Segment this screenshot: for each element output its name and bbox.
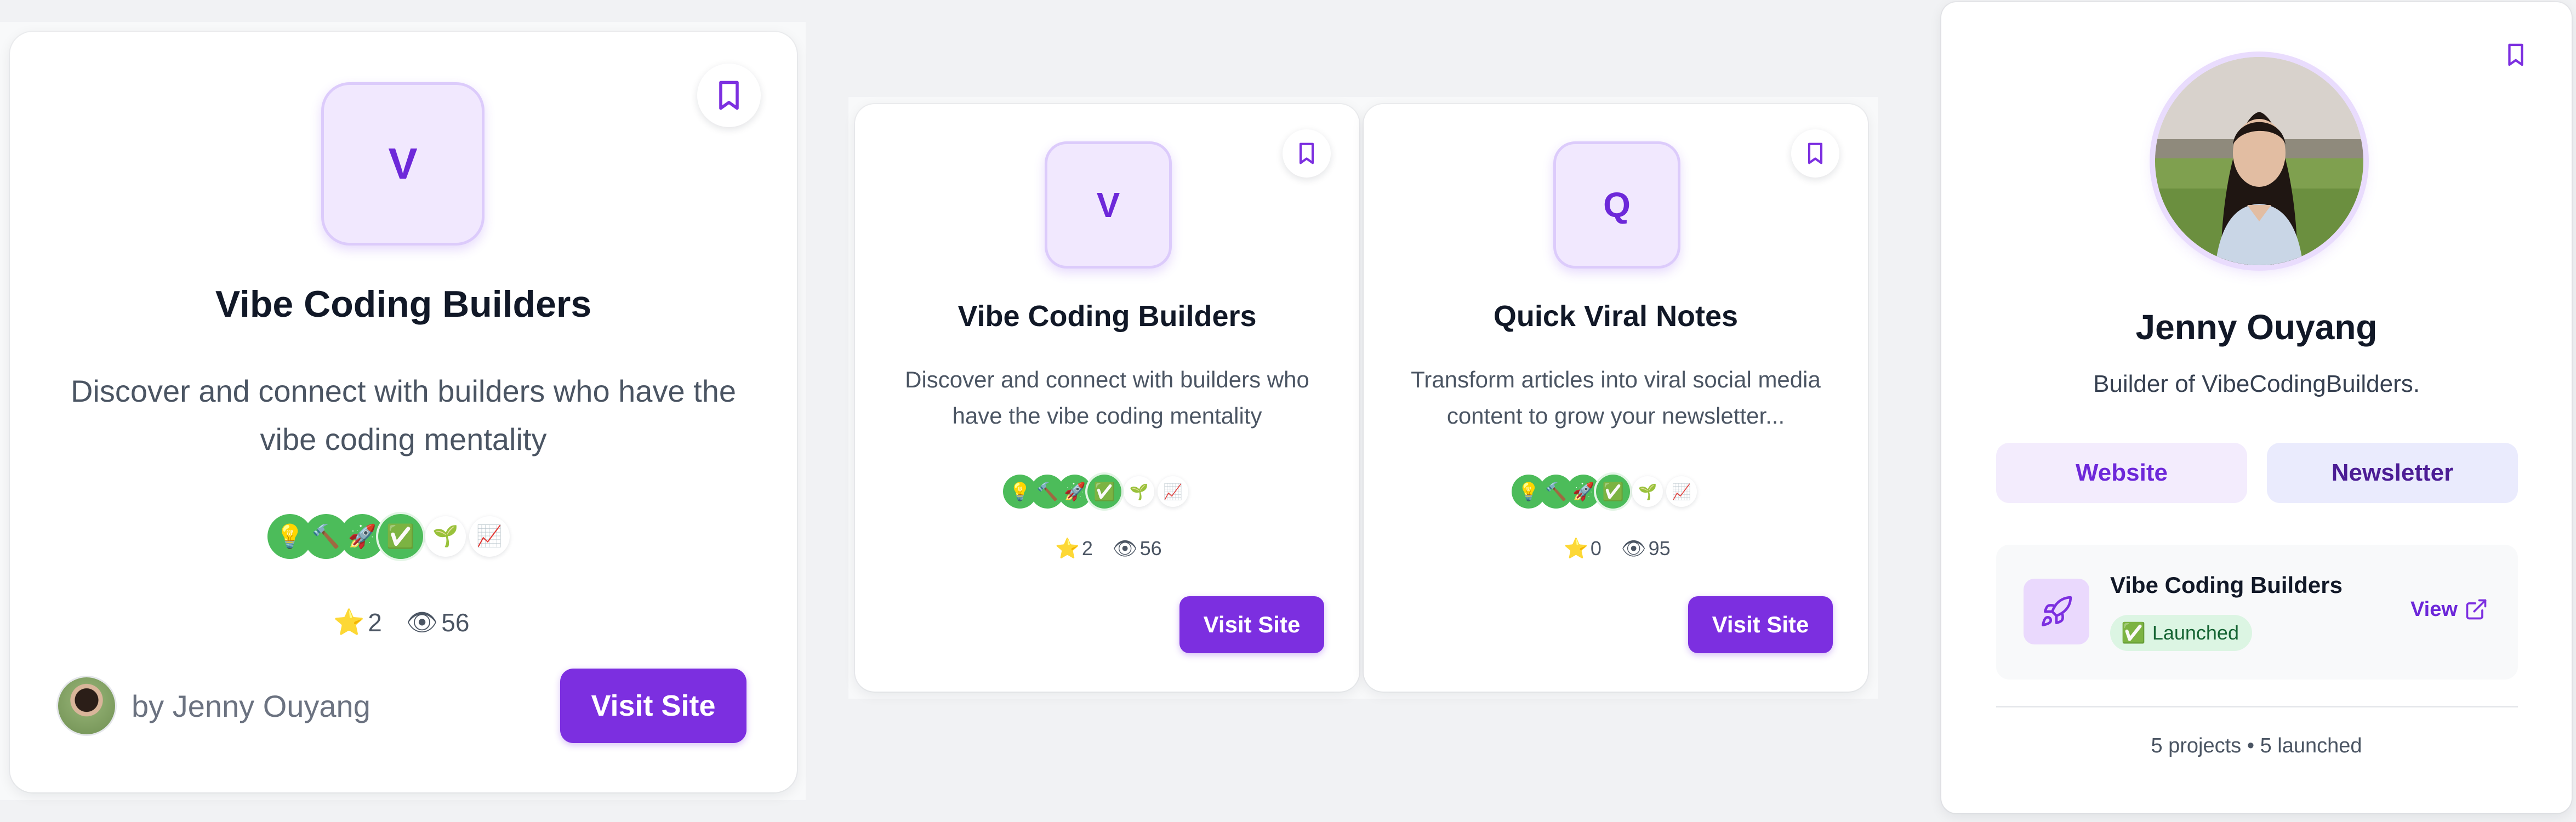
star-icon: ⭐ — [333, 608, 365, 636]
status-badge: ✅ Launched — [2110, 615, 2252, 651]
profile-name: Jenny Ouyang — [2135, 307, 2378, 347]
project-logo: V — [1045, 141, 1172, 269]
project-title: Quick Viral Notes — [1493, 300, 1739, 333]
seedling-icon: 🌱 — [425, 516, 466, 557]
eye-icon: 👁 — [406, 608, 438, 636]
milestone-badges: 💡 🔨 🚀 ✅ 🌱 📈 — [1003, 475, 1188, 509]
project-logo: V — [321, 82, 485, 246]
views-stat: 👁 56 — [1113, 537, 1162, 560]
project-name: Vibe Coding Builders — [2110, 572, 2343, 598]
bookmark-icon — [719, 81, 739, 110]
visit-site-button[interactable]: Visit Site — [1688, 596, 1833, 653]
author-row[interactable]: by Jenny Ouyang — [58, 677, 371, 734]
project-title: Vibe Coding Builders — [958, 300, 1257, 333]
stars-count: 2 — [1081, 537, 1093, 560]
divider — [1996, 706, 2518, 707]
views-stat: 👁 95 — [1621, 537, 1671, 560]
views-count: 56 — [441, 608, 470, 637]
avatar — [58, 677, 115, 734]
check-icon: ✅ — [1596, 475, 1630, 509]
project-logo-letter: V — [388, 139, 418, 188]
stars-stat: ⭐ 0 — [1564, 537, 1602, 560]
project-stats: ⭐ 0 👁 95 — [1564, 537, 1671, 560]
project-list-item: Vibe Coding Builders ✅ Launched View — [1996, 545, 2518, 680]
view-link[interactable]: View — [2410, 597, 2488, 621]
eye-icon: 👁 — [1112, 537, 1138, 560]
visit-site-button[interactable]: Visit Site — [1179, 596, 1324, 653]
milestone-badges: 💡 🔨 🚀 ✅ 🌱 📈 — [1512, 475, 1697, 509]
website-button[interactable]: Website — [1996, 443, 2247, 503]
stars-stat: ⭐ 2 — [1055, 537, 1093, 560]
check-icon: ✅ — [1087, 475, 1121, 509]
check-icon: ✅ — [378, 514, 423, 559]
project-card-quick-viral-notes[interactable]: Q Quick Viral Notes Transform articles i… — [1364, 104, 1868, 692]
rocket-icon: 🚀 — [1058, 475, 1092, 509]
milestone-badges: 💡 🔨 🚀 ✅ 🌱 📈 — [267, 514, 510, 559]
project-title: Vibe Coding Builders — [215, 283, 592, 325]
newsletter-button[interactable]: Newsletter — [2267, 443, 2518, 503]
projects-summary: 5 projects • 5 launched — [2151, 734, 2362, 757]
stars-count: 0 — [1590, 537, 1602, 560]
seedling-icon: 🌱 — [1632, 476, 1663, 507]
project-card-vibe-coding-builders[interactable]: V Vibe Coding Builders Discover and conn… — [855, 104, 1359, 692]
project-logo-letter: V — [1096, 185, 1120, 225]
visit-site-button[interactable]: Visit Site — [560, 669, 746, 743]
project-logo: Q — [1553, 141, 1680, 269]
author-name: by Jenny Ouyang — [132, 688, 371, 723]
chart-icon: 📈 — [1158, 476, 1188, 507]
project-card-large[interactable]: V Vibe Coding Builders Discover and conn… — [10, 32, 797, 792]
bookmark-button[interactable] — [697, 64, 761, 127]
project-description: Discover and connect with builders who h… — [70, 374, 736, 456]
project-stats: ⭐ 2 👁 56 — [1055, 537, 1162, 560]
chart-icon: 📈 — [1666, 476, 1697, 507]
bookmark-button[interactable] — [2500, 39, 2531, 70]
status-label: Launched — [2152, 621, 2239, 644]
stars-count: 2 — [368, 608, 382, 637]
bookmark-icon — [1299, 142, 1314, 164]
profile-card: Jenny Ouyang Builder of VibeCodingBuilde… — [1941, 2, 2572, 813]
views-count: 95 — [1648, 537, 1671, 560]
profile-bio: Builder of VibeCodingBuilders. — [2093, 370, 2420, 397]
view-label: View — [2410, 597, 2458, 621]
profile-avatar — [2155, 57, 2363, 265]
seedling-icon: 🌱 — [1124, 476, 1154, 507]
bookmark-icon — [2508, 43, 2523, 66]
stars-stat: ⭐ 2 — [333, 607, 382, 637]
views-stat: 👁 56 — [406, 607, 470, 637]
star-icon: ⭐ — [1055, 537, 1080, 560]
project-stats: ⭐ 2 👁 56 — [333, 607, 469, 637]
eye-icon: 👁 — [1621, 537, 1646, 560]
check-icon: ✅ — [2121, 621, 2146, 644]
bookmark-icon — [1808, 142, 1823, 164]
rocket-icon: 🚀 — [1566, 475, 1600, 509]
views-count: 56 — [1139, 537, 1162, 560]
external-link-icon — [2466, 599, 2487, 620]
bookmark-button[interactable] — [1791, 129, 1839, 178]
rocket-icon — [2024, 579, 2089, 644]
project-logo-letter: Q — [1603, 185, 1631, 225]
chart-icon: 📈 — [469, 516, 510, 557]
bookmark-button[interactable] — [1283, 129, 1331, 178]
star-icon: ⭐ — [1564, 537, 1588, 560]
project-description: Transform articles into viral social med… — [1411, 367, 1821, 429]
project-description: Discover and connect with builders who h… — [905, 367, 1309, 429]
